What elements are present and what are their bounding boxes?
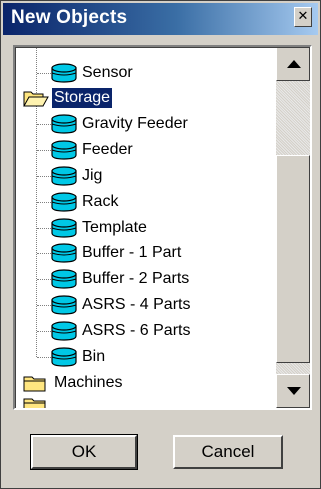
window-title: New Objects xyxy=(11,7,128,28)
tree-item-label: Buffer - 1 Part xyxy=(82,244,182,261)
cylinder-icon xyxy=(51,243,77,263)
tree-item-rack[interactable]: Rack xyxy=(15,189,276,215)
scroll-down-button[interactable] xyxy=(276,374,310,408)
cylinder-icon xyxy=(51,63,77,83)
tree-item-storage[interactable]: Storage xyxy=(15,85,276,111)
cylinder-icon xyxy=(51,347,77,367)
cylinder-icon xyxy=(51,192,77,212)
tree-item-label: Jig xyxy=(82,167,103,184)
cylinder-icon xyxy=(51,114,77,134)
tree-item-asrs-6-parts[interactable]: ASRS - 6 Parts xyxy=(15,318,276,344)
tree-item-label: ASRS - 6 Parts xyxy=(82,322,191,339)
cylinder-icon xyxy=(51,295,77,315)
tree-item-gravity-feeder[interactable]: Gravity Feeder xyxy=(15,111,276,137)
vertical-scrollbar[interactable] xyxy=(276,47,310,408)
tree-item-label: Template xyxy=(82,219,147,236)
close-icon: ✕ xyxy=(297,9,309,24)
title-bar: New Objects ✕ xyxy=(3,3,318,35)
folder-closed-icon xyxy=(23,395,49,408)
arrow-up-icon xyxy=(287,60,301,68)
scroll-thumb[interactable] xyxy=(276,155,310,363)
object-tree-panel: Sensor Storage Gravity Feeder Feeder Jig Rack… xyxy=(13,45,312,410)
tree-item-label: Rack xyxy=(82,193,119,210)
ok-button[interactable]: OK xyxy=(30,434,138,470)
cylinder-icon xyxy=(51,166,77,186)
new-objects-dialog: New Objects ✕ Sensor Storage Gravity Feede… xyxy=(0,0,321,489)
tree-branch-line xyxy=(37,176,51,177)
scroll-up-button[interactable] xyxy=(276,47,310,81)
folder-open-icon xyxy=(23,88,49,108)
tree-item-jig[interactable]: Jig xyxy=(15,163,276,189)
tree-item-label: Feeder xyxy=(82,141,133,158)
tree-branch-line xyxy=(37,124,51,125)
tree-item-label: Bin xyxy=(82,348,106,365)
tree-item-bin[interactable]: Bin xyxy=(15,344,276,370)
tree-item-template[interactable]: Template xyxy=(15,215,276,241)
tree-item-label: Storage xyxy=(50,87,114,109)
arrow-down-icon xyxy=(287,387,301,395)
tree-branch-line xyxy=(37,73,51,74)
tree-item-sensor[interactable]: Sensor xyxy=(15,60,276,86)
close-button[interactable]: ✕ xyxy=(294,7,312,27)
tree-item-machines[interactable]: Machines xyxy=(15,370,276,396)
tree-item-buffer-2-parts[interactable]: Buffer - 2 Parts xyxy=(15,266,276,292)
tree-item-buffer-1-part[interactable]: Buffer - 1 Part xyxy=(15,240,276,266)
tree-item-label: Machines xyxy=(54,374,123,391)
cylinder-icon xyxy=(51,140,77,160)
object-tree[interactable]: Sensor Storage Gravity Feeder Feeder Jig Rack… xyxy=(15,47,276,408)
cylinder-icon xyxy=(51,269,77,289)
tree-branch-line xyxy=(37,279,51,280)
tree-item-label: Buffer - 2 Parts xyxy=(82,270,190,287)
tree-branch-line xyxy=(37,253,51,254)
tree-branch-line xyxy=(37,228,51,229)
tree-branch-line xyxy=(37,357,51,358)
tree-branch-line xyxy=(37,150,51,151)
cancel-button[interactable]: Cancel xyxy=(173,435,283,469)
tree-item-feeder[interactable]: Feeder xyxy=(15,137,276,163)
cylinder-icon xyxy=(51,321,77,341)
tree-item-label: ASRS - 4 Parts xyxy=(82,296,191,313)
tree-branch-line xyxy=(37,202,51,203)
tree-item-label: Sensor xyxy=(82,64,133,81)
folder-closed-icon xyxy=(23,373,49,393)
tree-item-label: Gravity Feeder xyxy=(82,115,188,132)
tree-item-asrs-4-parts[interactable]: ASRS - 4 Parts xyxy=(15,292,276,318)
cylinder-icon xyxy=(51,218,77,238)
tree-branch-line xyxy=(37,305,51,306)
tree-branch-line xyxy=(37,331,51,332)
